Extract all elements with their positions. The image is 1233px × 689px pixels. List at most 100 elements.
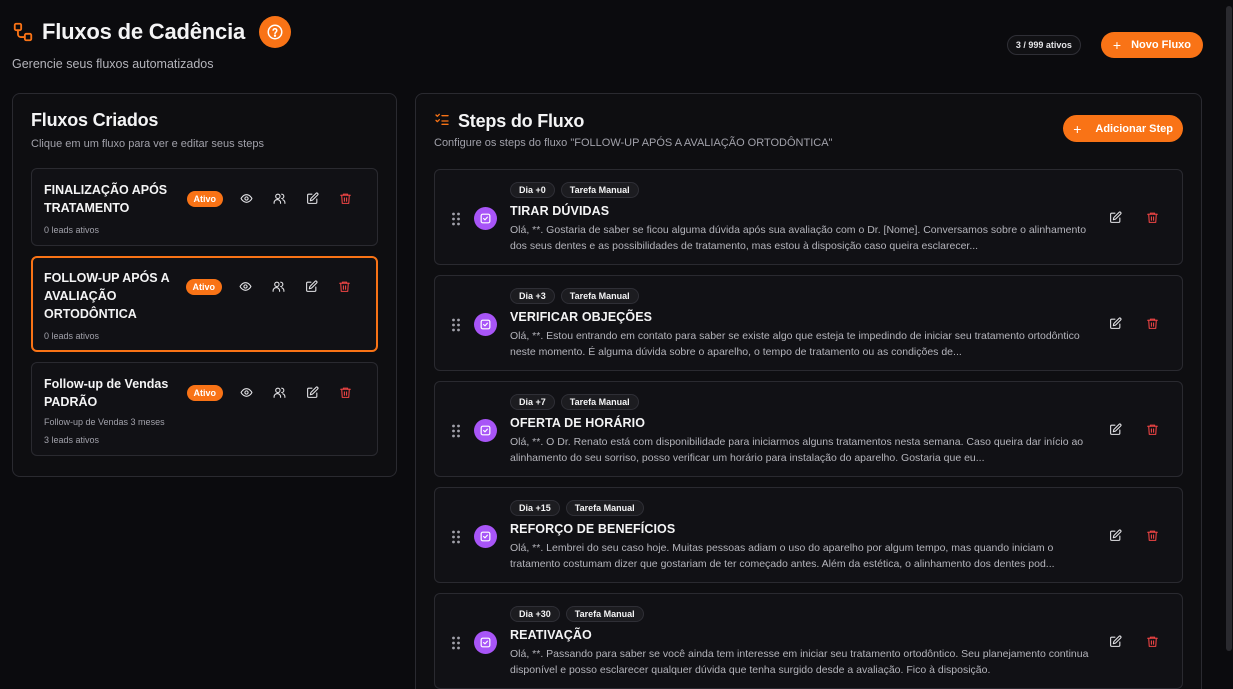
eye-icon[interactable] bbox=[237, 383, 256, 402]
trash-icon[interactable] bbox=[1143, 420, 1162, 439]
step-actions bbox=[1106, 208, 1162, 227]
day-tag: Dia +15 bbox=[510, 500, 560, 516]
day-tag: Dia +0 bbox=[510, 182, 555, 198]
step-message: Olá, **. Estou entrando em contato para … bbox=[510, 330, 1080, 358]
step-actions bbox=[1106, 420, 1162, 439]
step-message: Olá, **. Lembrei do seu caso hoje. Muita… bbox=[510, 542, 1055, 570]
step-title: TIRAR DÚVIDAS bbox=[510, 204, 610, 218]
step-card[interactable]: Dia +0 Tarefa Manual TIRAR DÚVIDAS Olá, **.… bbox=[434, 169, 1183, 265]
trash-icon[interactable] bbox=[336, 383, 355, 402]
step-title: REFORÇO DE BENEFÍCIOS bbox=[510, 522, 676, 536]
step-card[interactable]: Dia +30 Tarefa Manual REATIVAÇÃO Olá, **. P… bbox=[434, 593, 1183, 689]
step-tags: Dia +3 Tarefa Manual bbox=[510, 288, 1182, 304]
edit-icon[interactable] bbox=[1106, 208, 1125, 227]
step-actions bbox=[1106, 314, 1162, 333]
users-icon[interactable] bbox=[270, 383, 289, 402]
step-tags: Dia +15 Tarefa Manual bbox=[510, 500, 1182, 516]
step-message: Olá, **. O Dr. Renato está com disponibi… bbox=[510, 436, 1084, 464]
flow-name: Follow-up de Vendas PADRÃO bbox=[44, 377, 169, 409]
drag-handle-icon[interactable] bbox=[451, 636, 461, 655]
flow-actions: Ativo bbox=[186, 189, 356, 208]
eye-icon[interactable] bbox=[237, 189, 256, 208]
edit-icon[interactable] bbox=[1106, 314, 1125, 333]
drag-handle-icon[interactable] bbox=[451, 318, 461, 337]
plus-icon: + bbox=[1073, 120, 1082, 137]
edit-icon[interactable] bbox=[1106, 632, 1125, 651]
trash-icon[interactable] bbox=[335, 277, 354, 296]
drag-handle-icon[interactable] bbox=[451, 530, 461, 549]
plus-icon: + bbox=[1112, 37, 1122, 53]
flows-panel: Fluxos Criados Clique em um fluxo para v… bbox=[12, 93, 397, 477]
step-message: Olá, **. Gostaria de saber se ficou algu… bbox=[510, 224, 1087, 252]
type-tag: Tarefa Manual bbox=[560, 182, 639, 198]
flow-card[interactable]: FOLLOW-UP APÓS A AVALIAÇÃO ORTODÔNTICA 0 … bbox=[31, 256, 378, 352]
type-tag: Tarefa Manual bbox=[560, 288, 639, 304]
step-card[interactable]: Dia +3 Tarefa Manual VERIFICAR OBJEÇÕES Olá… bbox=[434, 275, 1183, 371]
flow-leads-count: 3 leads ativos bbox=[44, 435, 100, 445]
type-tag: Tarefa Manual bbox=[560, 394, 639, 410]
step-card[interactable]: Dia +15 Tarefa Manual REFORÇO DE BENEFÍCIO… bbox=[434, 487, 1183, 583]
flow-actions: Ativo bbox=[186, 383, 356, 402]
step-list: Dia +0 Tarefa Manual TIRAR DÚVIDAS Olá, **.… bbox=[434, 169, 1183, 689]
step-title: VERIFICAR OBJEÇÕES bbox=[510, 310, 653, 324]
flow-name: FOLLOW-UP APÓS A AVALIAÇÃO ORTODÔNTICA bbox=[44, 271, 170, 321]
page-title: Fluxos de Cadência bbox=[42, 19, 246, 44]
page-header: Fluxos de Cadência Gerencie seus fluxos … bbox=[12, 16, 1203, 76]
flow-card[interactable]: Follow-up de Vendas PADRÃO Follow-up de V… bbox=[31, 362, 378, 456]
flow-list: FINALIZAÇÃO APÓS TRATAMENTO 0 leads ativo… bbox=[31, 168, 378, 456]
drag-handle-icon[interactable] bbox=[451, 424, 461, 443]
status-badge: Ativo bbox=[186, 190, 223, 207]
users-icon[interactable] bbox=[269, 277, 288, 296]
task-check-icon bbox=[474, 207, 497, 230]
flow-leads-count: 0 leads ativos bbox=[44, 225, 100, 235]
active-count-badge: 3 / 999 ativos bbox=[1006, 35, 1081, 55]
workflow-icon bbox=[12, 21, 34, 43]
trash-icon[interactable] bbox=[1143, 526, 1162, 545]
edit-icon[interactable] bbox=[303, 383, 322, 402]
edit-icon[interactable] bbox=[1106, 526, 1125, 545]
list-checks-icon bbox=[434, 111, 450, 132]
step-card[interactable]: Dia +7 Tarefa Manual OFERTA DE HORÁRIO Olá,… bbox=[434, 381, 1183, 477]
step-title: REATIVAÇÃO bbox=[510, 628, 592, 642]
step-tags: Dia +0 Tarefa Manual bbox=[510, 182, 1182, 198]
edit-icon[interactable] bbox=[303, 189, 322, 208]
scroll-thumb[interactable] bbox=[1226, 6, 1232, 651]
step-message: Olá, **. Passando para saber se você ain… bbox=[510, 648, 1089, 676]
day-tag: Dia +7 bbox=[510, 394, 555, 410]
step-title: OFERTA DE HORÁRIO bbox=[510, 416, 646, 430]
add-step-label: Adicionar Step bbox=[1095, 122, 1173, 135]
day-tag: Dia +3 bbox=[510, 288, 555, 304]
trash-icon[interactable] bbox=[1143, 208, 1162, 227]
header-actions: 3 / 999 ativos + Novo Fluxo bbox=[1006, 32, 1203, 58]
flow-name: FINALIZAÇÃO APÓS TRATAMENTO bbox=[44, 183, 168, 215]
help-button[interactable] bbox=[259, 16, 292, 48]
add-step-button[interactable]: + Adicionar Step bbox=[1063, 115, 1183, 142]
day-tag: Dia +30 bbox=[510, 606, 560, 622]
steps-panel: Steps do Fluxo Configure os steps do flu… bbox=[415, 93, 1202, 689]
eye-icon[interactable] bbox=[236, 277, 255, 296]
users-icon[interactable] bbox=[270, 189, 289, 208]
trash-icon[interactable] bbox=[1143, 632, 1162, 651]
flow-leads-count: 0 leads ativos bbox=[44, 331, 100, 341]
step-tags: Dia +7 Tarefa Manual bbox=[510, 394, 1182, 410]
flow-actions: Ativo bbox=[185, 277, 355, 296]
drag-handle-icon[interactable] bbox=[451, 212, 461, 231]
type-tag: Tarefa Manual bbox=[565, 500, 644, 516]
flow-card[interactable]: FINALIZAÇÃO APÓS TRATAMENTO 0 leads ativo… bbox=[31, 168, 378, 246]
edit-icon[interactable] bbox=[302, 277, 321, 296]
status-badge: Ativo bbox=[186, 384, 223, 401]
step-actions bbox=[1106, 526, 1162, 545]
new-flow-button[interactable]: + Novo Fluxo bbox=[1100, 32, 1203, 58]
trash-icon[interactable] bbox=[336, 189, 355, 208]
task-check-icon bbox=[474, 631, 497, 654]
task-check-icon bbox=[474, 419, 497, 442]
edit-icon[interactable] bbox=[1106, 420, 1125, 439]
task-check-icon bbox=[474, 525, 497, 548]
flows-panel-subtitle: Clique em um fluxo para ver e editar seu… bbox=[31, 138, 264, 150]
trash-icon[interactable] bbox=[1143, 314, 1162, 333]
help-icon bbox=[267, 24, 283, 40]
flow-description: Follow-up de Vendas 3 meses bbox=[44, 417, 165, 427]
type-tag: Tarefa Manual bbox=[565, 606, 644, 622]
flows-panel-title: Fluxos Criados bbox=[31, 110, 159, 130]
page-scrollbar[interactable] bbox=[1225, 0, 1233, 689]
